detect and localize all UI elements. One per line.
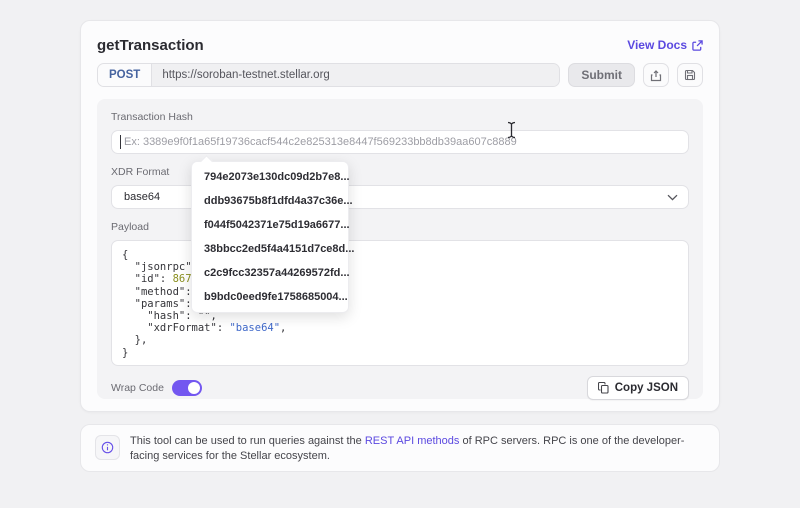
transaction-hash-input[interactable] [111,130,689,154]
submit-button[interactable]: Submit [568,63,635,87]
rpc-url-input[interactable] [152,64,560,86]
hash-suggestion-item[interactable]: 794e2073e130dc09d2b7e8... [192,165,350,189]
hash-suggestion-item[interactable]: b9bdc0eed9fe1758685004... [192,285,348,309]
api-explorer-card: getTransaction View Docs POST Submit [80,20,720,412]
transaction-hash-field: 794e2073e130dc09d2b7e8...ddb93675b8f1dfd… [111,130,689,313]
info-note-text: This tool can be used to run queries aga… [130,435,685,462]
code-toolbar: Wrap Code Copy JSON [111,376,689,400]
page-title: getTransaction [97,36,204,54]
page: getTransaction View Docs POST Submit [0,0,800,508]
hash-suggestion-list: 794e2073e130dc09d2b7e8... ddb93675b8f1dfd… [192,162,354,312]
http-method-badge: POST [98,64,153,86]
hash-suggestion-item[interactable]: f044f5042371e75d19a6677... [192,213,350,237]
view-docs-label: View Docs [627,38,687,52]
copy-icon [597,382,609,394]
form-section: Transaction Hash 794e2073e130dc09d2b7e8.… [97,99,703,400]
toggle-knob [187,382,200,394]
share-icon [650,69,662,82]
transaction-hash-label: Transaction Hash [111,111,193,123]
external-link-icon [692,39,703,51]
save-button[interactable] [677,63,703,87]
hash-suggestion-item[interactable]: ddb93675b8f1dfd4a37c36e... [192,189,353,213]
copy-json-button[interactable]: Copy JSON [586,376,689,400]
hash-suggestion-item[interactable]: 38bbcc2ed5f4a4151d7ce8d... [192,237,354,261]
info-note: This tool can be used to run queries aga… [80,424,720,472]
xdr-format-value: base64 [124,191,161,203]
mouse-cursor-ibeam [506,121,517,144]
request-row: POST Submit [97,63,703,87]
wrap-code-toggle[interactable] [171,380,202,396]
code-line: "xdrFormat": "base64", [122,322,287,335]
chevron-down-icon [667,194,678,201]
info-icon [95,435,120,460]
text-caret [120,135,121,149]
code-line: } [122,346,129,359]
hash-suggestions-dropdown: 794e2073e130dc09d2b7e8... ddb93675b8f1dfd… [191,155,354,313]
code-line: }, [122,334,148,347]
wrap-code-label: Wrap Code [111,382,164,394]
card-header: getTransaction View Docs [97,35,703,55]
view-docs-link[interactable]: View Docs [627,38,703,52]
share-button[interactable] [643,63,669,87]
hash-suggestion-item[interactable]: c2c9fcc32357a44269572fd... [192,261,350,285]
copy-json-label: Copy JSON [614,382,678,394]
save-icon [684,69,696,81]
rest-api-methods-link[interactable]: REST API methods [365,435,460,447]
request-url-group: POST [97,63,561,87]
